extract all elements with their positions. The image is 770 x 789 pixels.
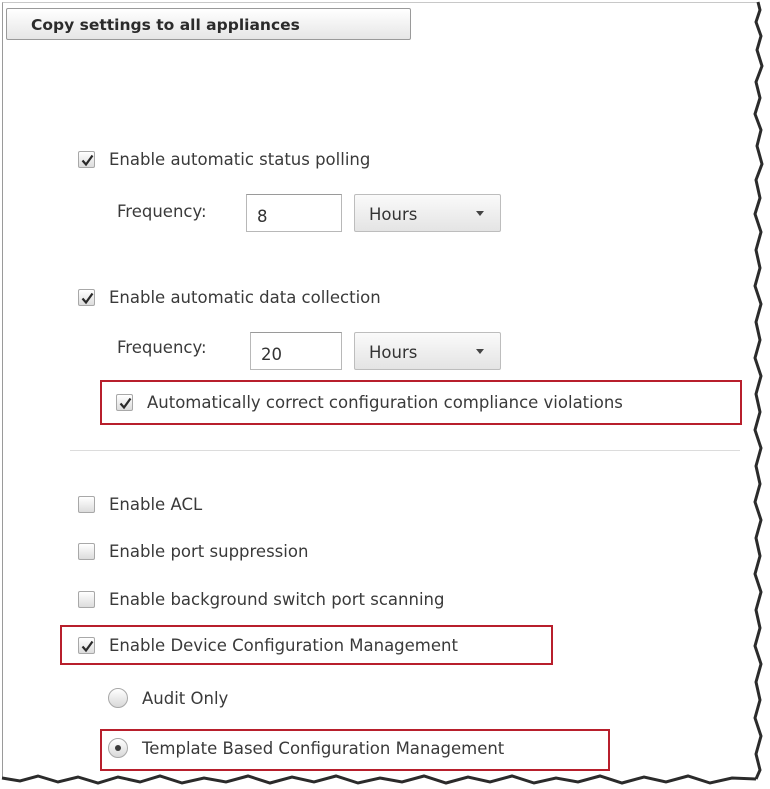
data-collection-frequency-label: Frequency: [117, 338, 207, 357]
status-polling-row[interactable]: Enable automatic status polling [78, 150, 370, 169]
template-based-row[interactable]: Template Based Configuration Management [108, 738, 504, 758]
status-polling-frequency-input[interactable]: 8 [246, 194, 342, 232]
background-scan-row[interactable]: Enable background switch port scanning [78, 590, 444, 609]
radio-selected-dot [115, 745, 121, 751]
chevron-down-icon [476, 211, 484, 216]
audit-only-radio[interactable] [108, 688, 128, 708]
status-polling-checkbox[interactable] [78, 151, 95, 168]
copy-settings-button[interactable]: Copy settings to all appliances [6, 8, 411, 40]
checkmark-icon [81, 292, 94, 305]
checkmark-icon [81, 640, 94, 653]
data-collection-row[interactable]: Enable automatic data collection [78, 288, 381, 307]
section-divider [70, 450, 740, 451]
data-collection-unit-select[interactable]: Hours [354, 332, 501, 370]
checkmark-icon [81, 154, 94, 167]
chevron-down-icon [476, 349, 484, 354]
data-collection-unit-value: Hours [369, 343, 418, 362]
status-polling-frequency-label: Frequency: [117, 202, 207, 221]
auto-correct-checkbox[interactable] [116, 394, 133, 411]
status-polling-label: Enable automatic status polling [109, 150, 371, 169]
dcm-checkbox[interactable] [78, 637, 95, 654]
settings-panel [2, 2, 759, 779]
acl-row[interactable]: Enable ACL [78, 495, 202, 514]
port-suppression-row[interactable]: Enable port suppression [78, 542, 308, 561]
background-scan-checkbox[interactable] [78, 591, 95, 608]
auto-correct-row[interactable]: Automatically correct configuration comp… [116, 393, 623, 412]
dcm-label: Enable Device Configuration Management [109, 636, 458, 655]
audit-only-row[interactable]: Audit Only [108, 688, 228, 708]
data-collection-checkbox[interactable] [78, 289, 95, 306]
auto-correct-label: Automatically correct configuration comp… [147, 393, 623, 412]
audit-only-label: Audit Only [142, 688, 229, 708]
background-scan-label: Enable background switch port scanning [109, 590, 445, 609]
dcm-row[interactable]: Enable Device Configuration Management [78, 636, 458, 655]
checkmark-icon [119, 397, 132, 410]
acl-checkbox[interactable] [78, 496, 95, 513]
data-collection-label: Enable automatic data collection [109, 288, 381, 307]
template-based-radio[interactable] [108, 738, 128, 758]
acl-label: Enable ACL [109, 495, 203, 514]
port-suppression-checkbox[interactable] [78, 543, 95, 560]
data-collection-frequency-input[interactable]: 20 [250, 332, 342, 370]
status-polling-unit-value: Hours [369, 205, 418, 224]
template-based-label: Template Based Configuration Management [142, 738, 505, 758]
status-polling-unit-select[interactable]: Hours [354, 194, 501, 232]
port-suppression-label: Enable port suppression [109, 542, 309, 561]
